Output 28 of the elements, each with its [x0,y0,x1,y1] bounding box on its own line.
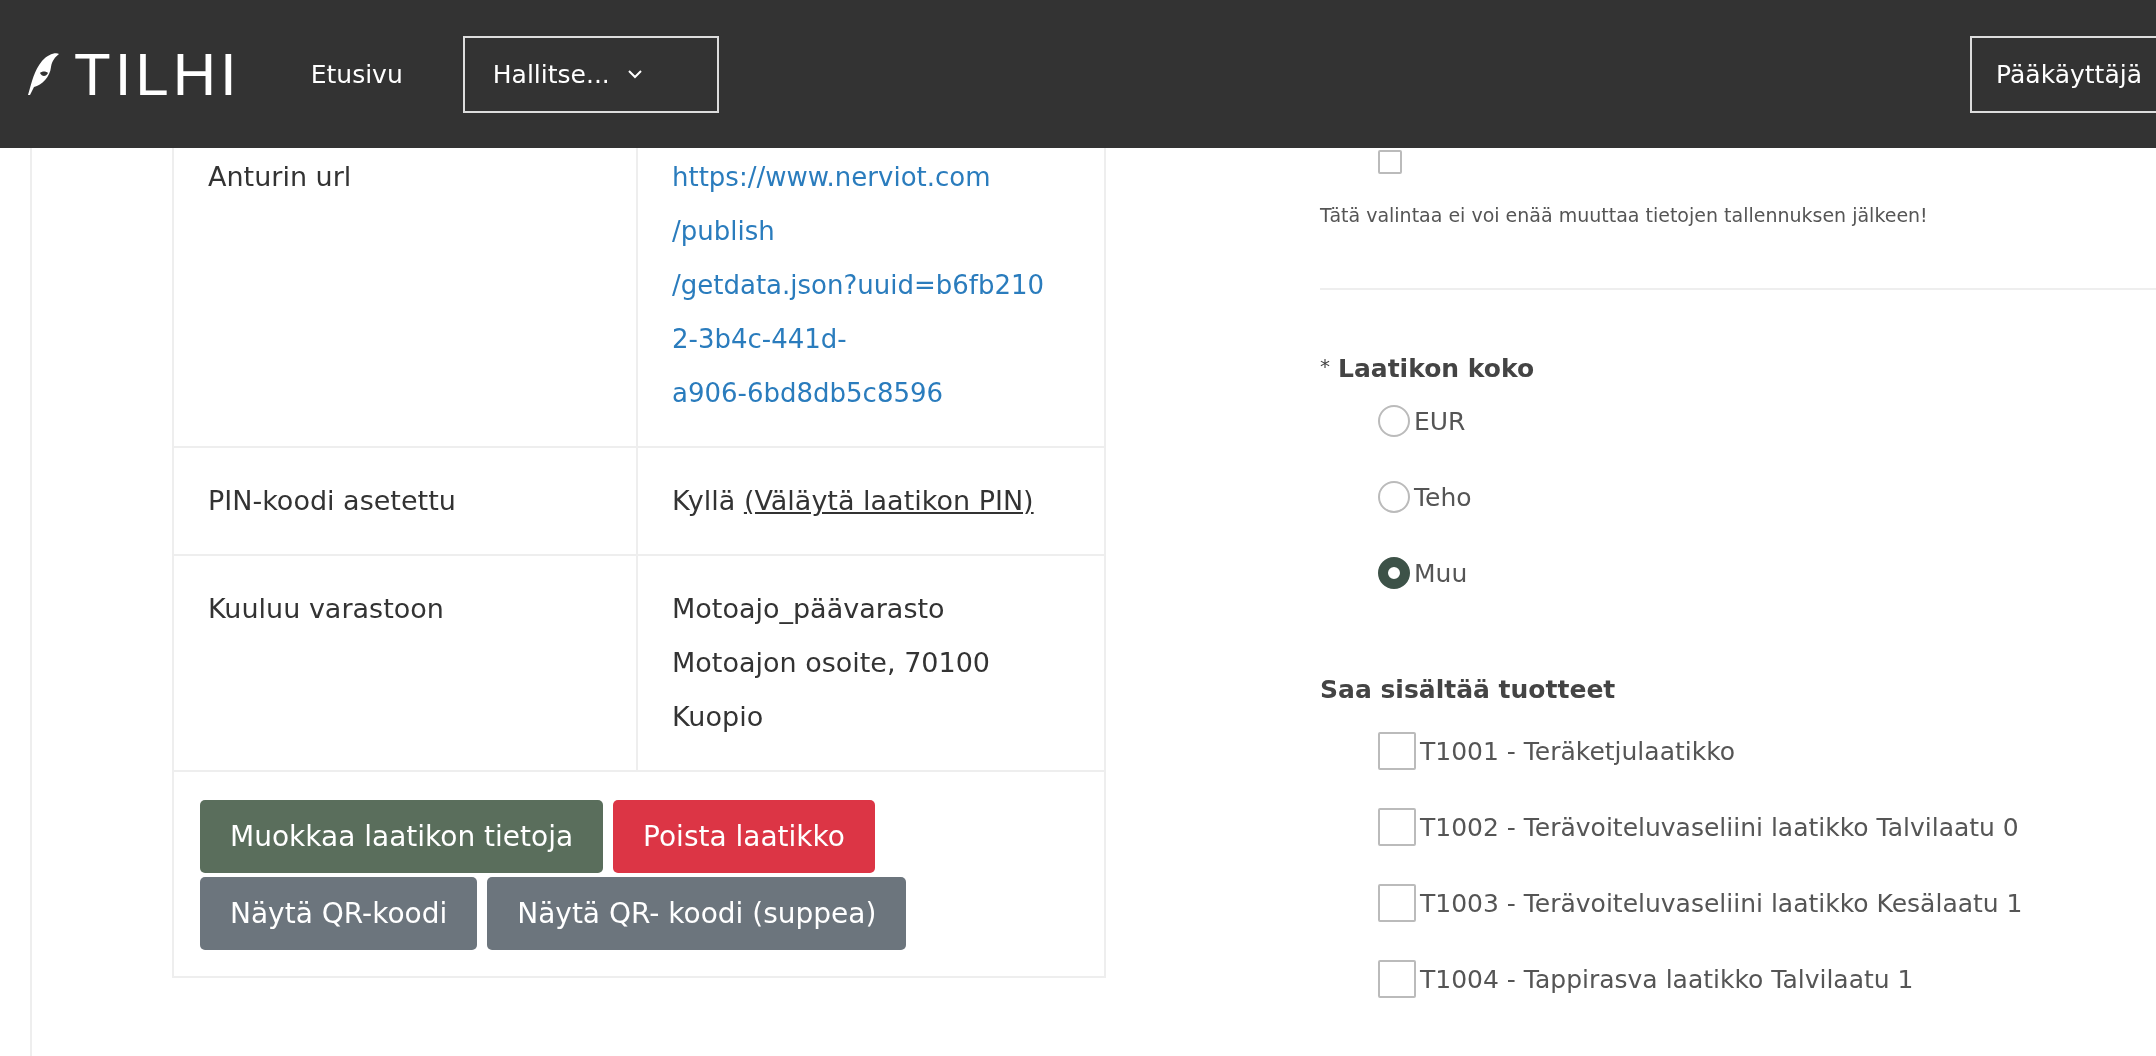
field-label: Saa sisältää tuotteet [1320,675,1617,704]
radio-option[interactable]: Muu [1378,557,2156,589]
checkbox[interactable] [1378,150,1402,174]
logo-text[interactable]: TILHI [74,39,241,109]
nav-link[interactable]: Etusivu [310,59,403,89]
help-text: Tätä valintaa ei voi enää muuttaa tietojen tallennuksen jälkeen! [1320,204,1929,226]
required-mark: * [1320,354,1330,380]
action-button[interactable]: Näytä QR-koodi [200,877,478,950]
table-cell: Kuuluu varastoon [208,593,444,624]
table-cell-text: Kyllä (Väläytä laatikon PIN) [672,484,1035,518]
action-button[interactable]: Poista laatikko [613,800,875,873]
radio-option[interactable]: EUR [1378,405,2156,437]
manage-dropdown[interactable]: Hallitse... [462,35,719,113]
table-cell: PIN-koodi asetettu [208,485,456,516]
checkbox-option[interactable]: T1003 - Terävoiteluvaseliini laatikko Kesälaatu 1 [1378,884,2156,922]
user-menu-button[interactable]: Pääkäyttäjä [1970,35,2156,113]
table-cell: Anturin url [208,161,352,192]
checkbox-option[interactable]: T1004 - Tappirasva laatikko Talvilaatu 1 [1378,960,2156,998]
action-button[interactable]: Näytä QR- koodi (suppea) [487,877,907,950]
chevron-down-icon [627,69,642,79]
action-button[interactable]: Muokkaa laatikon tietoja [200,800,604,873]
flash-pin-link[interactable]: (Väläytä laatikon PIN) [743,485,1034,516]
checkbox-option[interactable]: T1002 - Terävoiteluvaseliini laatikko Talvilaatu 0 [1378,808,2156,846]
table-cell-text: Motoajo_päävarasto Motoajon osoite, 70100 Kuopio [672,592,992,734]
field-label: Laatikon koko [1338,354,1535,383]
checkbox-option[interactable]: T1001 - Teräketjulaatikko [1378,732,2156,770]
radio-option[interactable]: Teho [1378,481,2156,513]
sensor-url-link[interactable]: https://www.nerviot.com /publish /getdata.json?uuid=b6fb210 2-3b4c-441d- a906-6bd8db5c8596 [672,150,1104,420]
